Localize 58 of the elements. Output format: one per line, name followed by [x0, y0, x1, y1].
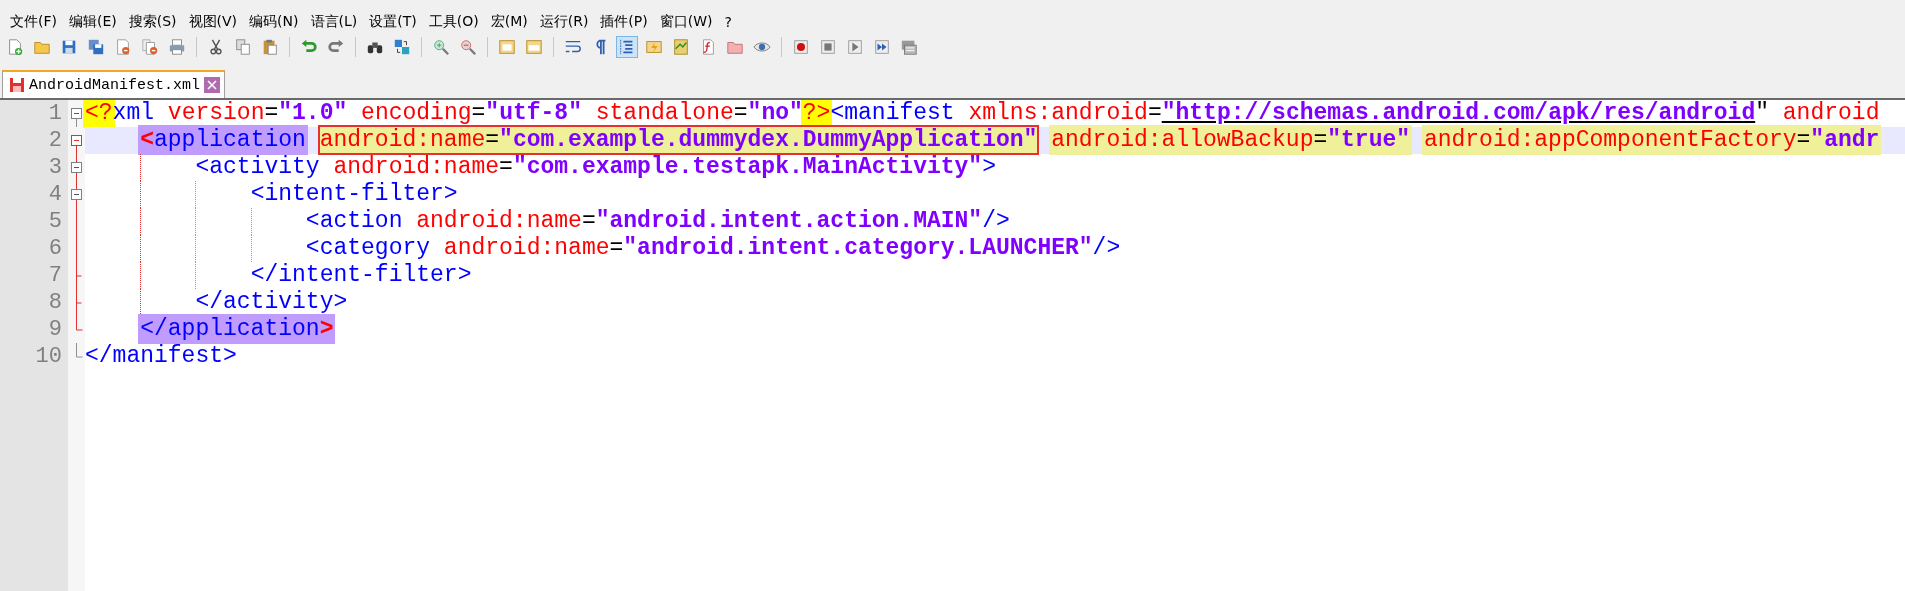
menu-item[interactable]: 运行(R): [533, 11, 595, 33]
menu-item[interactable]: 编辑(E): [63, 11, 123, 33]
line-number: 8: [47, 289, 63, 316]
line-number: 6: [47, 235, 63, 262]
menu-item[interactable]: 插件(P): [594, 11, 654, 33]
new-file-icon: [6, 38, 24, 56]
code-line: <category android:name="android.intent.category.LAUNCHER"/>: [305, 235, 1121, 261]
floppy-icon: [9, 77, 25, 93]
floppy-icon: [60, 38, 78, 56]
line-number: 2: [47, 127, 63, 154]
stop-icon: [819, 38, 837, 56]
close-file-icon: [114, 38, 132, 56]
menu-item[interactable]: 宏(M): [484, 11, 534, 33]
close-tab-icon[interactable]: [204, 77, 221, 93]
menu-item[interactable]: 搜索(S): [122, 11, 183, 33]
floppies-icon: [87, 38, 105, 56]
code-line: <activity android:name="com.example.testapk.MainActivity">: [195, 154, 996, 180]
code-line: <intent-filter>: [250, 181, 458, 207]
menu-item[interactable]: ?: [718, 12, 738, 32]
window-icon: [525, 38, 543, 56]
zoom-out-icon: [459, 38, 477, 56]
menu-item[interactable]: 窗口(W): [653, 11, 719, 33]
close-files-icon: [141, 38, 159, 56]
fast-forward-icon: [873, 38, 891, 56]
code-line: <action android:name="android.intent.action.MAIN"/>: [305, 208, 1010, 234]
line-number: 5: [47, 208, 63, 235]
printer-icon: [168, 38, 186, 56]
window-icon: [498, 38, 516, 56]
save-macro-icon: [900, 38, 918, 56]
code-line: </intent-filter>: [250, 262, 472, 288]
menu-item[interactable]: 编码(N): [243, 11, 305, 33]
zoom-in-icon: [432, 38, 450, 56]
file-tab[interactable]: AndroidManifest.xml: [2, 70, 226, 98]
menu-item[interactable]: 视图(V): [182, 11, 244, 33]
line-number: 7: [47, 262, 63, 289]
line-number: 1: [47, 100, 63, 127]
copy-icon: [234, 38, 252, 56]
replace-icon: [393, 38, 411, 56]
fold-marker-icon[interactable]: [68, 181, 85, 208]
line-number: 9: [47, 316, 63, 343]
play-icon: [846, 38, 864, 56]
map-icon: [672, 38, 690, 56]
record-icon: [792, 38, 810, 56]
toolbar-button[interactable]: [616, 36, 638, 58]
menu-item[interactable]: 设置(T): [363, 11, 423, 33]
line-number: 4: [47, 181, 63, 208]
scissors-icon: [207, 38, 225, 56]
menu-item[interactable]: 语言(L): [304, 11, 364, 33]
menu-item[interactable]: 工具(O): [422, 11, 485, 33]
line-number: 3: [47, 154, 63, 181]
clipboard-icon: [261, 38, 279, 56]
line-number: 10: [34, 343, 63, 370]
menu-item[interactable]: 文件(F): [4, 11, 63, 33]
code-line: </manifest>: [85, 343, 237, 369]
code-line: <application android:name="com.example.dummydex.DummyApplication" android:allowBackup="true" android:appComponentFactory="andr: [140, 127, 1883, 153]
lightning-icon: [645, 38, 663, 56]
code-line: </activity>: [195, 289, 348, 315]
fold-marker-icon[interactable]: [68, 154, 85, 181]
